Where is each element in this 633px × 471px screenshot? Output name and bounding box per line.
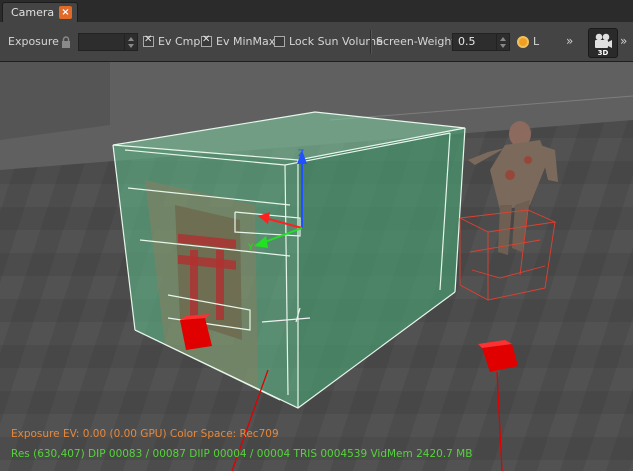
render-stats-readout: Res (630,407) DIP 00083 / 00087 DIIP 000… xyxy=(11,448,473,460)
tab-label: Camera xyxy=(11,6,55,19)
close-icon[interactable]: × xyxy=(59,6,72,19)
tab-bar: Camera × xyxy=(0,0,633,23)
radio-label: L xyxy=(533,35,540,48)
exposure-stepper[interactable] xyxy=(124,34,137,50)
ev-cmp-label: Ev Cmp xyxy=(158,35,201,48)
scene-render: Z Y xyxy=(0,62,633,471)
camera-3d-mode-button[interactable]: 3D xyxy=(588,28,618,58)
camera-icon: 3D xyxy=(595,33,612,57)
screen-weight-input[interactable]: 0.5 xyxy=(452,33,510,51)
screen-weight-value: 0.5 xyxy=(458,35,476,48)
lock-icon[interactable] xyxy=(60,36,72,48)
ev-minmax-checkbox[interactable] xyxy=(201,34,212,47)
l-radio-button[interactable] xyxy=(517,36,529,48)
overflow-chevron-icon[interactable]: » xyxy=(566,34,573,48)
ev-minmax-label: Ev MinMax xyxy=(216,35,276,48)
screen-weight-label: Screen-Weight xyxy=(376,35,456,48)
lock-sun-checkbox[interactable] xyxy=(274,36,285,47)
svg-text:Y: Y xyxy=(247,243,254,253)
exposure-label: Exposure xyxy=(8,35,59,48)
ev-cmp-checkbox[interactable] xyxy=(143,34,154,47)
tab-camera[interactable]: Camera × xyxy=(2,2,78,22)
exposure-input[interactable] xyxy=(78,33,138,51)
overflow-chevron-icon-2[interactable]: » xyxy=(620,34,627,48)
lock-sun-label: Lock Sun Volume xyxy=(289,35,383,48)
toolbar-divider xyxy=(370,30,372,54)
camera-toolbar: Exposure Ev Cmp Ev MinMax Lock Sun Volum… xyxy=(0,22,633,62)
svg-text:Z: Z xyxy=(298,149,304,159)
screen-weight-stepper[interactable] xyxy=(496,34,509,50)
3d-viewport[interactable]: Z Y Exposure EV: 0.00 (0.00 GPU) Color S… xyxy=(0,62,633,471)
exposure-readout: Exposure EV: 0.00 (0.00 GPU) Color Space… xyxy=(11,428,279,440)
svg-text:3D: 3D xyxy=(598,49,609,57)
